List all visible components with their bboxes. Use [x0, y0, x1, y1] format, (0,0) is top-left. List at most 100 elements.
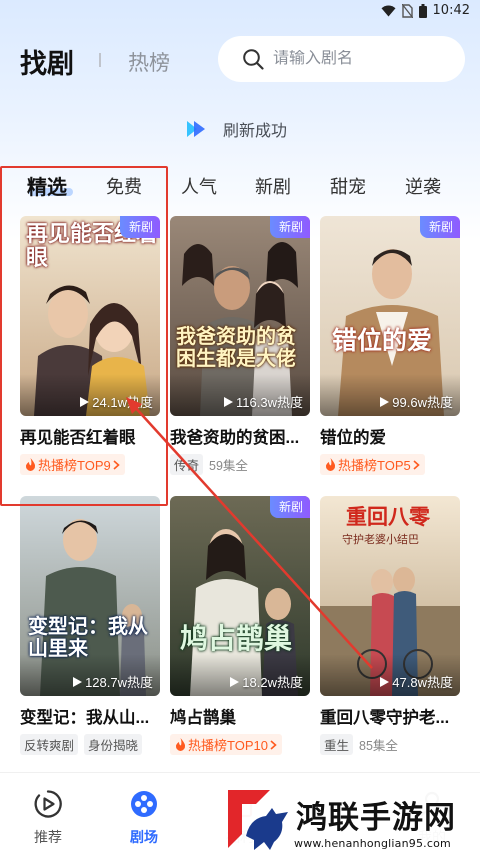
rank-tag[interactable]: 热播榜TOP9	[20, 454, 125, 475]
heat-text: 116.3w热度	[236, 395, 303, 410]
drama-poster[interactable]: 鸠占鹊巢 新剧 18.2w热度	[170, 496, 310, 696]
drama-card[interactable]: 我爸资助的贫困生都是大佬 新剧 116.3w热度 我爸资助的贫困... 传奇 5…	[170, 216, 310, 475]
nav-theater-label: 剧场	[130, 829, 158, 845]
watermark-url: www.henanhonglian95.com	[294, 837, 451, 850]
new-badge: 新剧	[119, 216, 160, 238]
wifi-icon	[381, 5, 396, 16]
heat-count: 47.8w热度	[380, 672, 453, 691]
status-icons: 10:42	[381, 3, 470, 18]
drama-poster[interactable]: 重回八零 守护老婆小结巴 47.8w热度	[320, 496, 460, 696]
drama-poster[interactable]: 我爸资助的贫困生都是大佬 新剧 116.3w热度	[170, 216, 310, 416]
tab-comeback[interactable]: 逆袭	[405, 173, 441, 199]
rank-tag[interactable]: 热播榜TOP5	[320, 454, 425, 475]
drama-card[interactable]: 鸠占鹊巢 新剧 18.2w热度 鸠占鹊巢 热播榜TOP10	[170, 496, 310, 755]
drama-poster[interactable]: 再见能否红着眼 新剧 24.1w热度	[20, 216, 160, 416]
watermark-text: 鸿联手游网	[296, 800, 456, 835]
drama-card[interactable]: 再见能否红着眼 新剧 24.1w热度 再见能否红着眼 热播榜TOP9	[20, 216, 160, 475]
heat-count: 18.2w热度	[230, 672, 303, 691]
episode-count: 59集全	[209, 459, 248, 473]
poster-subtitle: 守护老婆小结巴	[342, 534, 419, 546]
heat-text: 18.2w热度	[242, 675, 303, 690]
drama-title[interactable]: 我爸资助的贫困...	[170, 424, 310, 448]
tab-hot-list[interactable]: 热榜	[128, 47, 170, 77]
play-icon	[230, 676, 240, 687]
no-sim-icon	[401, 3, 413, 18]
rank-tag[interactable]: 热播榜TOP10	[170, 734, 282, 755]
drama-card[interactable]: 重回八零 守护老婆小结巴 47.8w热度 重回八零守护老... 重生 85集全	[320, 496, 460, 755]
play-icon	[73, 676, 83, 687]
category-tabs: 精选 免费 人气 新剧 甜宠 逆袭	[0, 168, 480, 202]
heat-text: 24.1w热度	[92, 395, 153, 410]
genre-tag[interactable]: 重生	[320, 734, 354, 755]
nav-theater[interactable]: 剧场	[114, 789, 174, 847]
drama-card[interactable]: 错位的爱 新剧 99.6w热度 错位的爱 热播榜TOP5	[320, 216, 460, 475]
genre-tag[interactable]: 传奇	[170, 454, 204, 475]
drama-poster[interactable]: 错位的爱 新剧 99.6w热度	[320, 216, 460, 416]
new-badge: 新剧	[419, 216, 460, 238]
drama-title[interactable]: 重回八零守护老...	[320, 704, 460, 728]
heat-count: 116.3w热度	[224, 392, 303, 411]
refresh-toast: 刷新成功	[185, 117, 287, 141]
poster-title: 我爸资助的贫困生都是大佬	[176, 326, 296, 370]
refresh-toast-text: 刷新成功	[223, 123, 288, 140]
refresh-logo-icon	[187, 121, 205, 137]
heat-text: 128.7w热度	[85, 675, 153, 690]
tag-row: 热播榜TOP10	[170, 734, 310, 755]
search-input[interactable]	[273, 50, 443, 68]
flame-icon	[175, 738, 186, 751]
tag-row: 传奇 59集全	[170, 454, 310, 475]
theater-icon	[131, 791, 157, 817]
genre-tag[interactable]: 反转爽剧	[20, 734, 79, 755]
heat-count: 24.1w热度	[80, 392, 153, 411]
tab-featured[interactable]: 精选	[27, 171, 67, 200]
chevron-right-icon	[113, 459, 120, 470]
heat-text: 99.6w热度	[392, 395, 453, 410]
play-icon	[380, 396, 390, 407]
tab-new-drama[interactable]: 新剧	[255, 173, 291, 199]
poster-title: 鸠占鹊巢	[180, 623, 293, 654]
new-badge: 新剧	[269, 216, 310, 238]
tag-row: 重生 85集全	[320, 734, 460, 755]
chevron-right-icon	[270, 739, 277, 750]
play-icon	[380, 676, 390, 687]
header: 找剧 热榜	[0, 36, 480, 82]
status-bar: 10:42	[0, 0, 480, 22]
heat-count: 128.7w热度	[73, 672, 153, 691]
watermark: 鸿联手游网 www.henanhonglian95.com	[218, 784, 480, 855]
rank-tag-text: 热播榜TOP10	[188, 738, 268, 753]
tab-popular[interactable]: 人气	[181, 173, 217, 199]
search-bar[interactable]	[218, 36, 465, 82]
tag-row: 热播榜TOP9	[20, 454, 160, 475]
heat-count: 99.6w热度	[380, 392, 453, 411]
tag-row: 反转爽剧 身份揭晓	[20, 734, 160, 755]
new-badge: 新剧	[269, 496, 310, 518]
battery-icon	[418, 3, 427, 18]
genre-tag[interactable]: 身份揭晓	[84, 734, 143, 755]
flame-icon	[25, 458, 36, 471]
episode-count: 85集全	[359, 739, 398, 753]
tab-find-drama[interactable]: 找剧	[20, 42, 74, 81]
rank-tag-text: 热播榜TOP9	[38, 458, 111, 473]
drama-title[interactable]: 错位的爱	[320, 424, 460, 448]
title-divider	[99, 53, 101, 67]
drama-title[interactable]: 再见能否红着眼	[20, 424, 160, 448]
tab-romance[interactable]: 甜宠	[330, 173, 366, 199]
drama-title[interactable]: 变型记：我从山...	[20, 704, 160, 728]
rank-tag-text: 热播榜TOP5	[338, 458, 411, 473]
search-icon	[243, 49, 264, 70]
play-icon	[80, 396, 90, 407]
flame-icon	[325, 458, 336, 471]
play-circle-icon	[34, 790, 62, 818]
status-time: 10:42	[432, 3, 470, 18]
drama-card[interactable]: 变型记：我从山里来 128.7w热度 变型记：我从山... 反转爽剧 身份揭晓	[20, 496, 160, 755]
tab-free[interactable]: 免费	[106, 173, 142, 199]
watermark-logo	[228, 790, 288, 850]
tag-row: 热播榜TOP5	[320, 454, 460, 475]
drama-title[interactable]: 鸠占鹊巢	[170, 704, 310, 728]
heat-text: 47.8w热度	[392, 675, 453, 690]
nav-recommend[interactable]: 推荐	[18, 789, 78, 847]
play-icon	[224, 396, 234, 407]
nav-recommend-label: 推荐	[34, 829, 62, 845]
chevron-right-icon	[413, 459, 420, 470]
drama-poster[interactable]: 变型记：我从山里来 128.7w热度	[20, 496, 160, 696]
